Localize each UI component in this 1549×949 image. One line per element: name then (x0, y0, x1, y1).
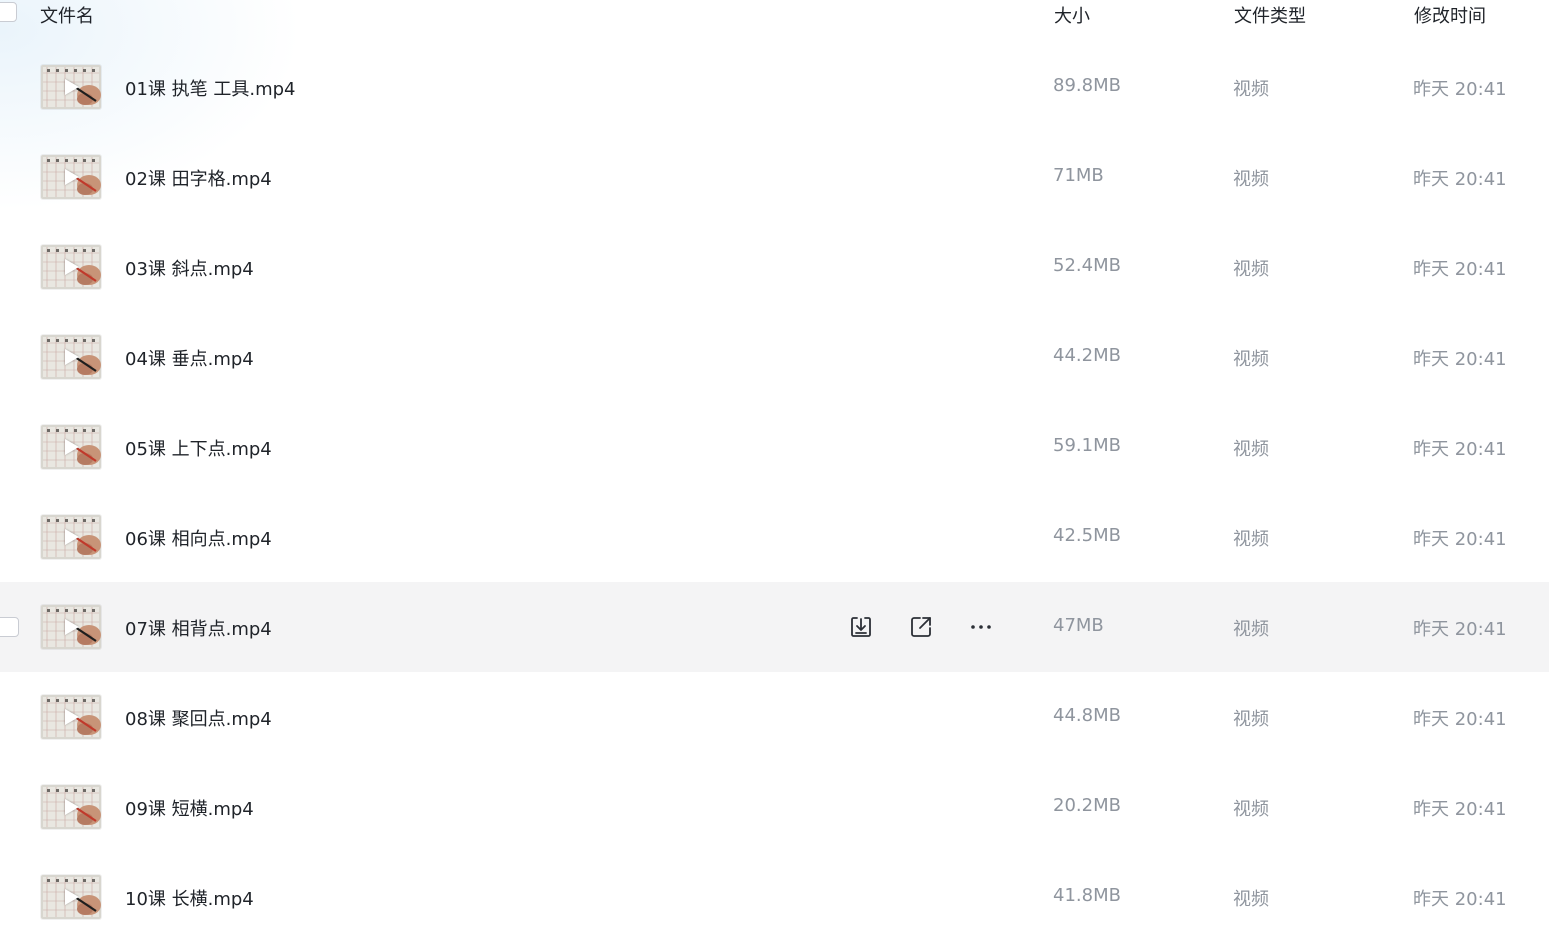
file-modified: 昨天 20:41 (1413, 619, 1507, 640)
file-size: 47MB (1053, 615, 1104, 636)
file-name[interactable]: 10课 长横.mp4 (125, 885, 254, 911)
select-all-checkbox[interactable] (0, 2, 17, 22)
file-type: 视频 (1233, 889, 1269, 910)
video-thumbnail[interactable] (41, 65, 101, 109)
file-modified: 昨天 20:41 (1413, 709, 1507, 730)
video-thumbnail[interactable] (41, 875, 101, 919)
file-size: 59.1MB (1053, 435, 1121, 456)
file-modified: 昨天 20:41 (1413, 349, 1507, 370)
file-row[interactable]: 06课 相向点.mp4 42.5MB 视频 昨天 20:41 (0, 492, 1549, 582)
file-modified: 昨天 20:41 (1413, 799, 1507, 820)
file-row[interactable]: 02课 田字格.mp4 71MB 视频 昨天 20:41 (0, 132, 1549, 222)
file-type: 视频 (1233, 169, 1269, 190)
file-list-header: 文件名 大小 文件类型 修改时间 (0, 0, 1549, 28)
file-name[interactable]: 04课 垂点.mp4 (125, 345, 254, 371)
file-type: 视频 (1233, 439, 1269, 460)
video-thumbnail[interactable] (41, 245, 101, 289)
file-modified: 昨天 20:41 (1413, 439, 1507, 460)
play-icon (65, 169, 79, 185)
file-name[interactable]: 02课 田字格.mp4 (125, 165, 272, 191)
play-icon (65, 889, 79, 905)
file-size: 44.2MB (1053, 345, 1121, 366)
file-row[interactable]: 03课 斜点.mp4 52.4MB 视频 昨天 20:41 (0, 222, 1549, 312)
play-icon (65, 439, 79, 455)
file-row[interactable]: 10课 长横.mp4 41.8MB 视频 昨天 20:41 (0, 852, 1549, 942)
file-type: 视频 (1233, 619, 1269, 640)
share-button[interactable] (906, 612, 936, 642)
file-size: 20.2MB (1053, 795, 1121, 816)
column-header-modified[interactable]: 修改时间 (1414, 2, 1486, 28)
file-modified: 昨天 20:41 (1413, 529, 1507, 550)
play-icon (65, 799, 79, 815)
file-name[interactable]: 06课 相向点.mp4 (125, 525, 272, 551)
file-size: 44.8MB (1053, 705, 1121, 726)
file-row[interactable]: 09课 短横.mp4 20.2MB 视频 昨天 20:41 (0, 762, 1549, 852)
file-size: 41.8MB (1053, 885, 1121, 906)
file-type: 视频 (1233, 529, 1269, 550)
file-type: 视频 (1233, 799, 1269, 820)
file-size: 89.8MB (1053, 75, 1121, 96)
file-row[interactable]: 01课 执笔 工具.mp4 89.8MB 视频 昨天 20:41 (0, 42, 1549, 132)
video-thumbnail[interactable] (41, 425, 101, 469)
file-modified: 昨天 20:41 (1413, 169, 1507, 190)
column-header-size[interactable]: 大小 (1054, 2, 1090, 28)
video-thumbnail[interactable] (41, 785, 101, 829)
file-list: 01课 执笔 工具.mp4 89.8MB 视频 昨天 20:41 02课 田字格.mp4… (0, 42, 1549, 942)
video-thumbnail[interactable] (41, 515, 101, 559)
file-modified: 昨天 20:41 (1413, 259, 1507, 280)
video-thumbnail[interactable] (41, 695, 101, 739)
video-thumbnail[interactable] (41, 155, 101, 199)
video-thumbnail[interactable] (41, 605, 101, 649)
play-icon (65, 259, 79, 275)
file-row[interactable]: 07课 相背点.mp4 47MB 视频 昨天 20:41 (0, 582, 1549, 672)
download-icon (848, 614, 874, 640)
file-size: 52.4MB (1053, 255, 1121, 276)
file-row[interactable]: 04课 垂点.mp4 44.2MB 视频 昨天 20:41 (0, 312, 1549, 402)
file-name[interactable]: 08课 聚回点.mp4 (125, 705, 272, 731)
file-size: 71MB (1053, 165, 1104, 186)
file-size: 42.5MB (1053, 525, 1121, 546)
column-header-name[interactable]: 文件名 (40, 2, 94, 28)
share-icon (908, 614, 934, 640)
video-thumbnail[interactable] (41, 335, 101, 379)
play-icon (65, 529, 79, 545)
play-icon (65, 349, 79, 365)
download-button[interactable] (846, 612, 876, 642)
play-icon (65, 709, 79, 725)
file-row[interactable]: 08课 聚回点.mp4 44.8MB 视频 昨天 20:41 (0, 672, 1549, 762)
file-row[interactable]: 05课 上下点.mp4 59.1MB 视频 昨天 20:41 (0, 402, 1549, 492)
file-modified: 昨天 20:41 (1413, 79, 1507, 100)
column-header-type[interactable]: 文件类型 (1234, 2, 1306, 28)
play-icon (65, 619, 79, 635)
file-name[interactable]: 07课 相背点.mp4 (125, 615, 272, 641)
file-list-page: 文件名 大小 文件类型 修改时间 01课 执笔 工具.mp4 89.8MB 视频 昨天… (0, 0, 1549, 949)
play-icon (65, 79, 79, 95)
file-type: 视频 (1233, 349, 1269, 370)
file-name[interactable]: 05课 上下点.mp4 (125, 435, 272, 461)
file-name[interactable]: 09课 短横.mp4 (125, 795, 254, 821)
file-name[interactable]: 03课 斜点.mp4 (125, 255, 254, 281)
file-type: 视频 (1233, 259, 1269, 280)
file-type: 视频 (1233, 709, 1269, 730)
file-type: 视频 (1233, 79, 1269, 100)
file-modified: 昨天 20:41 (1413, 889, 1507, 910)
file-name[interactable]: 01课 执笔 工具.mp4 (125, 75, 295, 101)
more-button[interactable] (966, 612, 996, 642)
more-icon (968, 614, 994, 640)
row-checkbox[interactable] (0, 617, 19, 637)
